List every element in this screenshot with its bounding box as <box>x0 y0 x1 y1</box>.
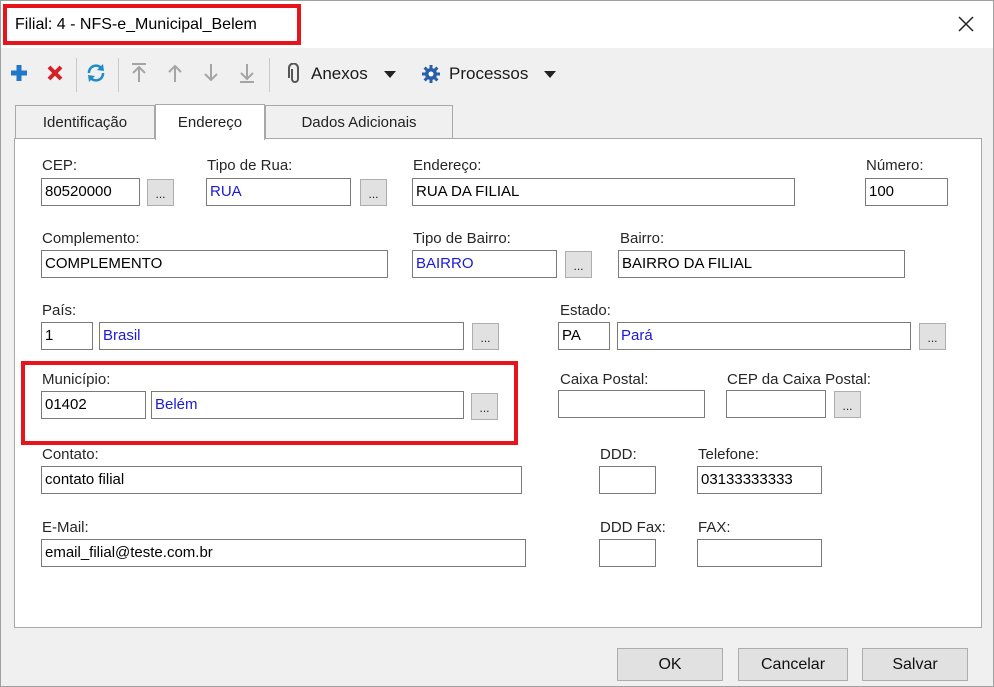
tab-endereco[interactable]: Endereço <box>155 104 265 140</box>
municipio-label: Município: <box>42 371 111 388</box>
estado-code-field[interactable]: PA <box>558 322 610 350</box>
cep-caixa-postal-field[interactable] <box>726 390 826 418</box>
complemento-field[interactable]: COMPLEMENTO <box>41 250 388 278</box>
move-bottom-button[interactable] <box>236 60 258 86</box>
title-bar: Filial: 4 - NFS-e_Municipal_Belem <box>1 1 993 48</box>
gear-icon <box>422 65 440 83</box>
ddd-fax-label: DDD Fax: <box>600 519 666 536</box>
anexos-menu-button[interactable]: Anexos <box>287 61 396 87</box>
tab-label: Identificação <box>42 114 128 131</box>
tab-identificacao[interactable]: Identificação <box>15 105 155 139</box>
cep-caixa-postal-label: CEP da Caixa Postal: <box>727 371 871 388</box>
paperclip-icon <box>288 63 299 83</box>
tab-dados-adicionais[interactable]: Dados Adicionais <box>265 105 453 139</box>
move-down-button[interactable] <box>200 60 222 86</box>
tipo-bairro-lookup-button[interactable]: ... <box>565 251 592 278</box>
toolbar-separator <box>76 58 77 92</box>
endereco-field[interactable]: RUA DA FILIAL <box>412 178 795 206</box>
delete-x-icon <box>47 65 63 81</box>
fax-label: FAX: <box>698 519 731 536</box>
arrow-down-icon <box>204 64 218 82</box>
caixa-postal-field[interactable] <box>558 390 705 418</box>
endereco-label: Endereço: <box>413 157 482 174</box>
refresh-icon <box>87 64 105 82</box>
bairro-field[interactable]: BAIRRO DA FILIAL <box>618 250 905 278</box>
save-button[interactable]: Salvar <box>862 648 968 681</box>
email-label: E-Mail: <box>42 519 89 536</box>
title-highlight-box <box>3 4 301 45</box>
fax-field[interactable] <box>697 539 822 567</box>
cep-label: CEP: <box>42 157 78 174</box>
toolbar-separator <box>118 58 119 92</box>
tab-label: Endereço <box>177 114 243 131</box>
arrow-to-bottom-icon <box>240 64 254 83</box>
estado-name-field[interactable]: Pará <box>617 322 911 350</box>
cancel-button[interactable]: Cancelar <box>738 648 848 681</box>
caixa-postal-label: Caixa Postal: <box>560 371 649 388</box>
municipio-lookup-button[interactable]: ... <box>471 393 498 420</box>
tipo-rua-lookup-button[interactable]: ... <box>360 179 387 206</box>
dialog-window: Filial: 4 - NFS-e_Municipal_Belem Anexos… <box>0 0 994 687</box>
close-button[interactable] <box>953 11 979 37</box>
move-up-button[interactable] <box>164 60 186 86</box>
tipo-bairro-label: Tipo de Bairro: <box>413 230 511 247</box>
close-icon <box>958 16 974 32</box>
chevron-down-icon <box>544 70 557 78</box>
move-top-button[interactable] <box>128 60 150 86</box>
tipo-rua-label: Tipo de Rua: <box>207 157 293 174</box>
toolbar-separator <box>269 58 270 92</box>
contato-field[interactable]: contato filial <box>41 466 522 494</box>
cep-caixa-postal-lookup-button[interactable]: ... <box>834 391 861 418</box>
telefone-label: Telefone: <box>698 446 759 463</box>
ddd-fax-field[interactable] <box>599 539 656 567</box>
estado-label: Estado: <box>560 302 611 319</box>
municipio-code-field[interactable]: 01402 <box>41 391 146 419</box>
plus-icon <box>11 65 27 81</box>
numero-field[interactable]: 100 <box>865 178 948 206</box>
tipo-rua-field[interactable]: RUA <box>206 178 351 206</box>
processos-menu-button[interactable]: Processos <box>421 61 557 87</box>
ddd-label: DDD: <box>600 446 637 463</box>
complemento-label: Complemento: <box>42 230 140 247</box>
toolbar: Anexos Processos <box>1 50 993 98</box>
telefone-field[interactable]: 03133333333 <box>697 466 822 494</box>
tab-label: Dados Adicionais <box>301 114 417 131</box>
pais-label: País: <box>42 302 77 319</box>
anexos-label: Anexos <box>311 64 368 83</box>
numero-label: Número: <box>866 157 924 174</box>
refresh-button[interactable] <box>85 60 107 86</box>
arrow-up-icon <box>168 64 182 82</box>
cep-lookup-button[interactable]: ... <box>147 179 174 206</box>
add-button[interactable] <box>8 60 30 86</box>
processos-label: Processos <box>449 64 529 83</box>
pais-code-field[interactable]: 1 <box>41 322 93 350</box>
arrow-to-top-icon <box>132 63 146 82</box>
email-field[interactable]: email_filial@teste.com.br <box>41 539 526 567</box>
delete-button[interactable] <box>44 60 66 86</box>
contato-label: Contato: <box>42 446 99 463</box>
municipio-name-field[interactable]: Belém <box>151 391 464 419</box>
ddd-field[interactable] <box>599 466 656 494</box>
ok-button[interactable]: OK <box>617 648 723 681</box>
estado-lookup-button[interactable]: ... <box>919 323 946 350</box>
pais-lookup-button[interactable]: ... <box>472 323 499 350</box>
bairro-label: Bairro: <box>620 230 665 247</box>
pais-name-field[interactable]: Brasil <box>99 322 464 350</box>
chevron-down-icon <box>383 70 396 78</box>
cep-field[interactable]: 80520000 <box>41 178 140 206</box>
tipo-bairro-field[interactable]: BAIRRO <box>412 250 557 278</box>
